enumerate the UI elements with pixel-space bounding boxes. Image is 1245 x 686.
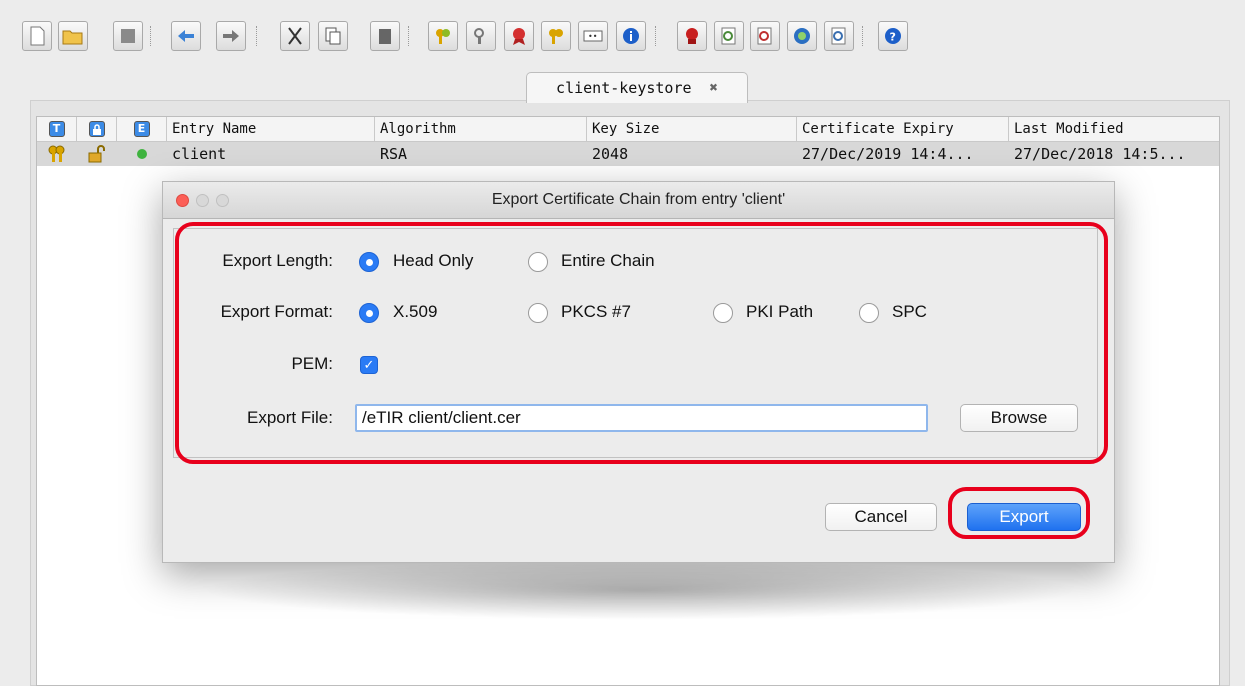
lock-header-icon xyxy=(88,121,105,137)
column-header-expiry-status[interactable]: E xyxy=(117,117,167,141)
generate-keypair-icon[interactable] xyxy=(428,21,458,51)
key-size-cell: 2048 xyxy=(592,145,629,163)
main-toolbar: •• ? xyxy=(0,0,1245,64)
column-header-entry-name[interactable]: Entry Name xyxy=(167,117,375,141)
import-keypair-icon[interactable] xyxy=(541,21,571,51)
new-keystore-icon[interactable] xyxy=(22,21,52,51)
column-header-certificate-expiry[interactable]: Certificate Expiry xyxy=(797,117,1009,141)
column-header-algorithm[interactable]: Algorithm xyxy=(375,117,587,141)
table-row[interactable]: client RSA 2048 27/Dec/2019 14:4... 27/D… xyxy=(37,142,1219,166)
options-highlight xyxy=(175,222,1108,464)
save-keystore-icon[interactable] xyxy=(113,21,143,51)
export-button-highlight xyxy=(948,487,1090,539)
column-header-type[interactable]: T xyxy=(37,117,77,141)
undo-icon[interactable] xyxy=(171,21,201,51)
valid-status-icon xyxy=(117,142,167,166)
examine-file-icon[interactable] xyxy=(677,21,707,51)
generate-secret-key-icon[interactable] xyxy=(466,21,496,51)
svg-text:?: ? xyxy=(890,31,896,44)
properties-icon[interactable] xyxy=(616,21,646,51)
last-modified-cell: 27/Dec/2018 14:5... xyxy=(1014,145,1186,163)
key-pair-icon xyxy=(37,142,77,166)
dialog-title: Export Certificate Chain from entry 'cli… xyxy=(491,191,786,208)
examine-clipboard-icon[interactable] xyxy=(714,21,744,51)
import-trusted-cert-icon[interactable] xyxy=(504,21,534,51)
examine-csr-icon[interactable] xyxy=(787,21,817,51)
tab-client-keystore[interactable]: client-keystore ✖ xyxy=(526,72,748,103)
tab-label: client-keystore xyxy=(556,79,692,97)
dialog-shadow xyxy=(200,560,1080,620)
type-header-icon: T xyxy=(48,121,65,137)
examine-ssl-icon[interactable] xyxy=(750,21,780,51)
column-header-last-modified[interactable]: Last Modified xyxy=(1009,117,1219,141)
table-header: T E Entry Name Algorithm Key Size Certif… xyxy=(37,117,1219,142)
dialog-titlebar[interactable]: Export Certificate Chain from entry 'cli… xyxy=(163,182,1114,219)
close-tab-icon[interactable]: ✖ xyxy=(710,80,718,96)
expiry-header-icon: E xyxy=(133,121,150,137)
certificate-expiry-cell: 27/Dec/2019 14:4... xyxy=(802,145,974,163)
open-keystore-icon[interactable] xyxy=(58,21,88,51)
column-header-key-size[interactable]: Key Size xyxy=(587,117,797,141)
copy-icon[interactable] xyxy=(318,21,348,51)
set-password-icon[interactable]: •• xyxy=(578,21,608,51)
column-header-lock[interactable] xyxy=(77,117,117,141)
redo-icon[interactable] xyxy=(216,21,246,51)
cancel-button[interactable]: Cancel xyxy=(825,503,937,531)
paste-icon[interactable] xyxy=(370,21,400,51)
cut-icon[interactable] xyxy=(280,21,310,51)
algorithm-cell: RSA xyxy=(380,145,408,163)
help-icon[interactable]: ? xyxy=(878,21,908,51)
examine-crl-icon[interactable] xyxy=(824,21,854,51)
svg-text:••: •• xyxy=(588,32,597,41)
entry-name-cell: client xyxy=(172,145,227,163)
unlocked-icon xyxy=(77,142,117,166)
